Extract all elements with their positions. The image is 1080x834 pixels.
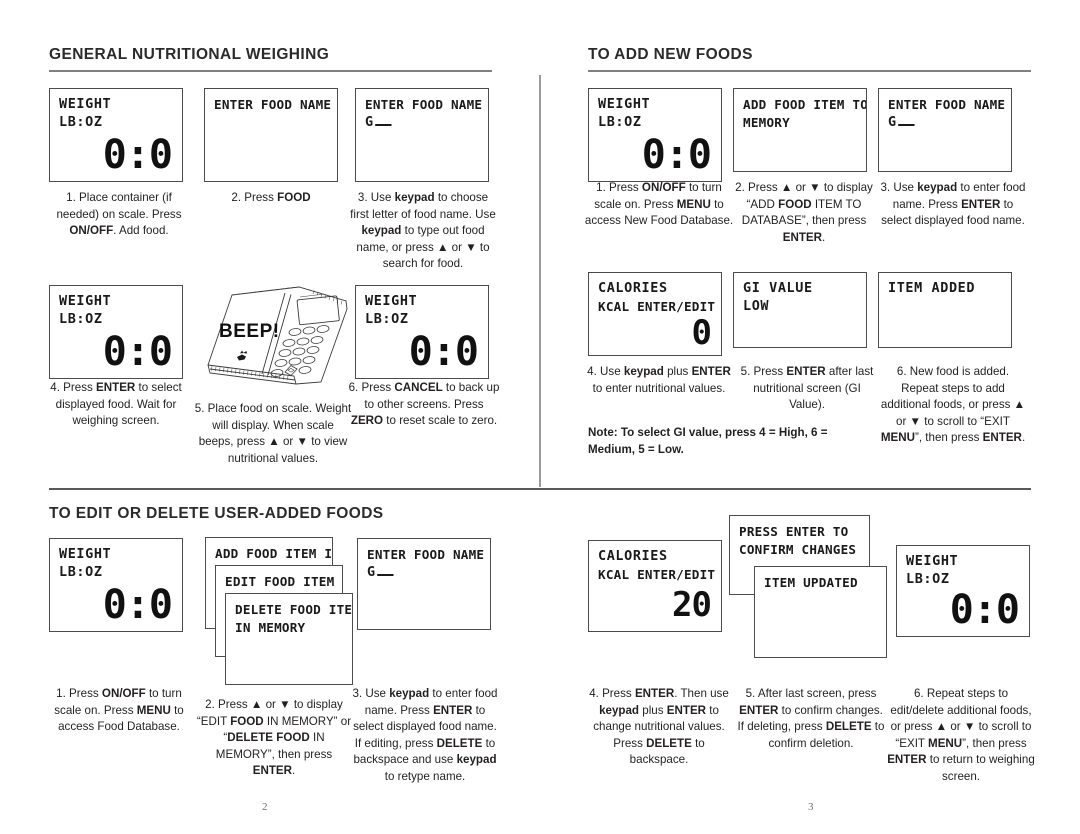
caption-step-2: 2. Press ▲ or ▼ to display “EDIT FOOD IN… [196, 698, 352, 777]
lcd-line-2: LB:OZ [365, 312, 409, 327]
lcd-screen-gi-value: GI VALUE LOW [733, 272, 867, 348]
lcd-screen-calories-1: CALORIES KCAL ENTER/EDIT 0 [588, 272, 722, 356]
lcd-value: 0:0 [102, 329, 173, 375]
caption-step-5: 5. Place food on scale. Weight will disp… [194, 402, 352, 465]
note-gi-value: Note: To select GI value, press 4 = High… [588, 426, 828, 456]
caption-step-5: 5. After last screen, press ENTER to con… [737, 687, 885, 750]
caption-step-4: 4. Use keypad plus ENTER to enter nutrit… [587, 365, 731, 395]
caption-step-3: 3. Use keypad to choose first letter of … [350, 191, 496, 270]
caption-step-1: 1. Press ON/OFF to turn scale on. Press … [584, 181, 734, 227]
lcd-line-2: LB:OZ [59, 565, 103, 580]
text-cursor-icon [374, 124, 392, 126]
lcd-value: 20 [672, 585, 712, 625]
lcd-screen-enter-food-name-1: ENTER FOOD NAME [204, 88, 338, 182]
section-title-add-new-foods: TO ADD NEW FOODS [588, 46, 753, 63]
lcd-line-1: EDIT FOOD ITEM IN [225, 574, 342, 589]
lcd-screen-delete-food-item-in-memory: DELETE FOOD ITEM IN MEMORY [225, 593, 353, 685]
lcd-line-1: DELETE FOOD ITEM [235, 602, 353, 617]
lcd-line-2: LB:OZ [598, 115, 642, 130]
lcd-line-2: MEMORY [743, 115, 790, 130]
lcd-line-1: ITEM ADDED [888, 281, 976, 296]
section-rule-general-weighing [49, 70, 492, 72]
lcd-screen-weight-3: WEIGHT LB:OZ 0:0 [355, 285, 489, 379]
text-cursor-icon [376, 574, 394, 576]
lcd-screen-weight-5: WEIGHT LB:OZ 0:0 [49, 538, 183, 632]
lcd-line-1: ITEM UPDATED [764, 575, 858, 590]
lcd-line-1: PRESS ENTER TO [739, 524, 849, 539]
lcd-line-1: WEIGHT [598, 97, 651, 112]
lcd-line-1: CALORIES [598, 549, 668, 564]
section-title-edit-delete-foods: TO EDIT OR DELETE USER-ADDED FOODS [49, 505, 384, 522]
lcd-screen-item-updated: ITEM UPDATED [754, 566, 887, 658]
lcd-line-2: LB:OZ [59, 312, 103, 327]
lcd-line-1: ENTER FOOD NAME [365, 97, 483, 112]
lcd-line-2: G [365, 114, 484, 132]
lcd-line-1: ADD FOOD ITEM IN [215, 546, 333, 561]
lcd-screen-calories-2: CALORIES KCAL ENTER/EDIT 20 [588, 540, 722, 632]
lcd-screen-enter-food-name-2: ENTER FOOD NAME G [355, 88, 489, 182]
lcd-line-1: ENTER FOOD NAME [888, 97, 1006, 112]
caption-step-4: 4. Press ENTER to select displayed food.… [50, 381, 182, 427]
section-title-general-weighing: GENERAL NUTRITIONAL WEIGHING [49, 46, 330, 63]
caption-step-6: 6. Press CANCEL to back up to other scre… [348, 381, 500, 427]
lcd-line-1: WEIGHT [59, 294, 112, 309]
caption-step-1: 1. Press ON/OFF to turn scale on. Press … [54, 687, 184, 733]
lcd-line-1: ENTER FOOD NAME [214, 97, 332, 112]
lcd-line-1: WEIGHT [59, 97, 112, 112]
lcd-line-2: LB:OZ [59, 115, 103, 130]
lcd-line-1: WEIGHT [365, 294, 418, 309]
lcd-line-2: IN MEMORY [235, 620, 306, 635]
lcd-value: 0:0 [102, 582, 173, 628]
lcd-screen-weight-2: WEIGHT LB:OZ 0:0 [49, 285, 183, 379]
caption-step-6: 6. Repeat steps to edit/delete additiona… [887, 687, 1035, 783]
lcd-screen-add-food-item: ADD FOOD ITEM TO MEMORY [733, 88, 867, 172]
lcd-screen-weight-4: WEIGHT LB:OZ 0:0 [588, 88, 722, 182]
scale-illustration: BEEP! [196, 281, 351, 393]
page-number-right: 3 [808, 801, 814, 813]
lcd-screen-enter-food-name-3: ENTER FOOD NAME G [878, 88, 1012, 172]
caption-step-1: 1. Place container (if needed) on scale.… [56, 191, 182, 237]
column-divider [539, 75, 541, 487]
caption-step-2: 2. Press FOOD [231, 191, 311, 204]
manual-page: GENERAL NUTRITIONAL WEIGHING WEIGHT LB:O… [0, 0, 1080, 834]
lcd-value: 0:0 [408, 329, 479, 375]
lcd-line-2: CONFIRM CHANGES [739, 542, 857, 557]
lcd-line-1: CALORIES [598, 281, 668, 296]
lcd-line-1: GI VALUE [743, 281, 813, 296]
lcd-screen-enter-food-name-4: ENTER FOOD NAME G [357, 538, 491, 630]
lcd-value: 0:0 [641, 132, 712, 178]
caption-step-3: 3. Use keypad to enter food name. Press … [880, 181, 1026, 227]
lcd-line-1: ENTER FOOD NAME [367, 547, 485, 562]
page-number-left: 2 [262, 801, 268, 813]
lcd-line-1: ADD FOOD ITEM TO [743, 97, 867, 112]
caption-step-3: 3. Use keypad to enter food name. Press … [352, 687, 498, 783]
lcd-screen-weight-6: WEIGHT LB:OZ 0:0 [896, 545, 1030, 637]
lcd-line-1: WEIGHT [906, 554, 959, 569]
beep-label: BEEP! [219, 321, 280, 342]
caption-step-4: 4. Press ENTER. Then use keypad plus ENT… [589, 687, 729, 766]
lcd-value: 0:0 [949, 587, 1020, 633]
text-cursor-icon [897, 124, 915, 126]
lcd-line-2: LOW [743, 299, 770, 314]
lcd-line-1: WEIGHT [59, 547, 112, 562]
caption-step-5: 5. Press ENTER after last nutritional sc… [740, 365, 874, 411]
lcd-line-2: KCAL ENTER/EDIT [598, 567, 716, 582]
lcd-value: 0:0 [102, 132, 173, 178]
lcd-screen-item-added: ITEM ADDED [878, 272, 1012, 348]
section-rule-add-new-foods [588, 70, 1031, 72]
section-divider-rule [49, 488, 1031, 490]
lcd-value: 0 [691, 313, 713, 353]
caption-step-2: 2. Press ▲ or ▼ to display “ADD FOOD ITE… [735, 181, 873, 244]
lcd-screen-weight-1: WEIGHT LB:OZ 0:0 [49, 88, 183, 182]
lcd-line-2: G [888, 114, 1007, 132]
lcd-line-2: G [367, 564, 486, 582]
caption-step-6: 6. New food is added. Repeat steps to ad… [880, 365, 1026, 444]
